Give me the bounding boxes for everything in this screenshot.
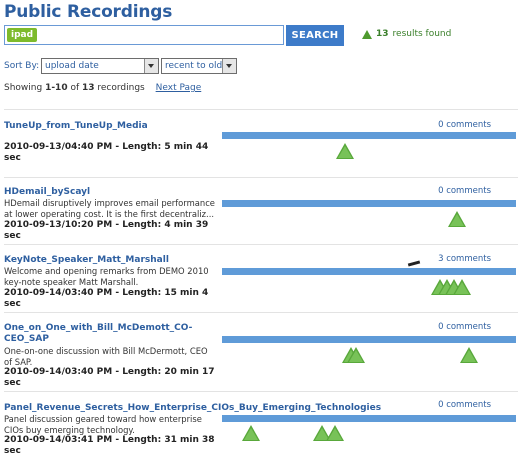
recording-title[interactable]: Panel_Revenue_Secrets_How_Enterprise_CIO…	[4, 403, 381, 414]
recording-description: HDemail disruptively improves email perf…	[4, 198, 215, 219]
recording-meta: 2010-09-14/03:40 PM - Length: 20 min 17 …	[4, 367, 215, 388]
recording-description: One-on-one discussion with Bill McDermot…	[4, 346, 208, 367]
divider	[4, 312, 518, 313]
timeline-marker-icon[interactable]	[460, 347, 478, 363]
divider	[4, 109, 518, 110]
next-page-link[interactable]: Next Page	[156, 83, 202, 93]
timeline-bar[interactable]	[222, 415, 516, 422]
recording-description: Panel discussion geared toward how enter…	[4, 414, 202, 435]
divider	[4, 244, 518, 245]
divider	[4, 177, 518, 178]
timeline-marker-icon[interactable]	[336, 143, 354, 159]
sort-field-select[interactable]: upload date	[41, 58, 159, 74]
recording-title[interactable]: KeyNote_Speaker_Matt_Marshall	[4, 255, 214, 266]
results-triangle-icon	[362, 29, 372, 39]
divider	[4, 391, 518, 392]
recording-item: Panel_Revenue_Secrets_How_Enterprise_CIO…	[0, 400, 519, 469]
timeline-bar[interactable]	[222, 200, 516, 207]
results-suffix: results found	[392, 29, 452, 39]
showing-of: of	[67, 83, 82, 93]
comments-link[interactable]: 0 comments	[438, 400, 491, 410]
showing-total: 13	[82, 83, 95, 93]
sort-order-value: recent to old	[165, 61, 223, 71]
search-tag[interactable]: ipad	[7, 28, 38, 42]
comments-link[interactable]: 0 comments	[438, 120, 491, 130]
recording-item: One_on_One_with_Bill_McDemott_CO-CEO_SAP…	[0, 322, 519, 389]
recording-title[interactable]: HDemail_byScayl	[4, 187, 214, 198]
pagination-summary: Showing 1-10 of 13 recordings Next Page	[4, 83, 201, 93]
recording-title[interactable]: One_on_One_with_Bill_McDemott_CO-CEO_SAP	[4, 323, 214, 345]
showing-suffix: recordings	[94, 83, 145, 93]
timeline-bar[interactable]	[222, 268, 516, 275]
comments-link[interactable]: 3 comments	[438, 254, 491, 264]
timeline-markers	[222, 209, 516, 227]
recording-title[interactable]: TuneUp_from_TuneUp_Media	[4, 121, 214, 132]
timeline-markers	[222, 345, 516, 363]
recording-meta: 2010-09-14/03:41 PM - Length: 31 min 38 …	[4, 435, 215, 456]
comments-link[interactable]: 0 comments	[438, 186, 491, 196]
timeline-bar[interactable]	[222, 132, 516, 139]
results-found: 13 results found	[362, 29, 451, 39]
timeline-marker-icon[interactable]	[448, 211, 466, 227]
timeline-marker-icon[interactable]	[242, 425, 260, 441]
sort-field-value: upload date	[45, 61, 99, 71]
sort-order-select[interactable]: recent to old	[161, 58, 237, 74]
page-title: Public Recordings	[4, 2, 173, 22]
chevron-down-icon[interactable]	[222, 59, 236, 73]
search-input[interactable]: ipad	[4, 25, 284, 45]
search-button[interactable]: SEARCH	[286, 25, 344, 46]
results-count: 13	[376, 29, 389, 39]
timeline-marker-icon[interactable]	[453, 279, 471, 295]
timeline-markers	[222, 141, 516, 159]
timeline-markers	[222, 277, 516, 295]
showing-prefix: Showing	[4, 83, 46, 93]
cursor-pointer-icon	[407, 260, 421, 267]
sort-label: Sort By:	[4, 61, 40, 71]
chevron-down-icon[interactable]	[144, 59, 158, 73]
comments-link[interactable]: 0 comments	[438, 322, 491, 332]
recording-meta: 2010-09-13/04:40 PM - Length: 5 min 44 s…	[4, 142, 209, 163]
recording-meta: 2010-09-13/10:20 PM - Length: 4 min 39 s…	[4, 220, 209, 241]
timeline-marker-icon[interactable]	[326, 425, 344, 441]
recording-meta: 2010-09-14/03:40 PM - Length: 15 min 4 s…	[4, 288, 209, 309]
timeline-bar[interactable]	[222, 336, 516, 343]
showing-range: 1-10	[45, 83, 68, 93]
timeline-marker-icon[interactable]	[347, 347, 365, 363]
recording-description: Welcome and opening remarks from DEMO 20…	[4, 266, 209, 287]
timeline-markers	[222, 423, 516, 441]
